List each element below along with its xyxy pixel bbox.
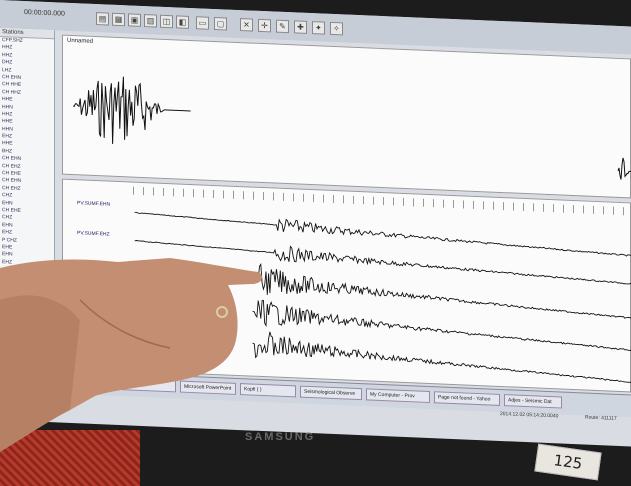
monitor: 00:00:00.000 ▤ ▦ ▣ ▥ ◫ ◧ ▭ ▢ ✕ ✛ ✎ ✚ ✦ ✧… <box>0 0 631 486</box>
pointing-hand <box>0 258 263 452</box>
